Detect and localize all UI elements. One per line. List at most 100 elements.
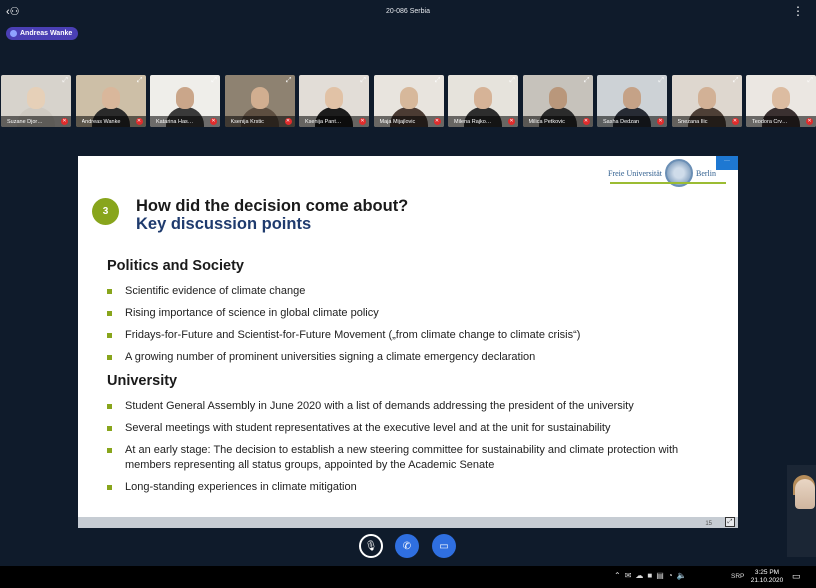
network-icon[interactable]: ▤: [656, 571, 664, 580]
section-heading-politics: Politics and Society: [107, 258, 244, 274]
slide-subtitle: Key discussion points: [136, 215, 312, 233]
taskbar-clock[interactable]: 3:25 PM 21.10.2020: [749, 569, 785, 585]
shared-slide: Freie Universität Berlin ··· 3 How did t…: [78, 156, 738, 528]
expand-icon[interactable]: ⤢: [584, 77, 590, 85]
slide-number-badge: 3: [92, 198, 119, 225]
muted-mic-icon: ✕: [284, 118, 292, 125]
slide-menu-button[interactable]: ···: [716, 156, 738, 170]
muted-mic-icon: ✕: [359, 118, 366, 125]
wifi-icon[interactable]: ◔: [668, 571, 673, 580]
meeting-title: 20-086 Serbia: [386, 8, 430, 15]
language-indicator[interactable]: SRP: [731, 573, 744, 580]
expand-icon[interactable]: ⤢: [137, 77, 143, 85]
muted-mic-icon: ✕: [508, 118, 515, 125]
muted-mic-icon: ✕: [582, 118, 590, 125]
participant-name: Milica Petkovic: [528, 119, 565, 125]
participant-name: Snezana Ilic: [677, 119, 708, 125]
top-bar: ‹⚇ 20-086 Serbia ⋮: [0, 0, 816, 26]
chevron-up-icon[interactable]: ⌃: [614, 571, 621, 580]
notification-icon[interactable]: ▭: [792, 571, 801, 582]
section-heading-university: University: [107, 373, 178, 389]
camera-toggle-button[interactable]: ▭: [432, 534, 456, 558]
bullet-square-icon: [107, 404, 112, 409]
slide-page-number: 15: [705, 521, 712, 527]
clock-time: 3:25 PM: [754, 569, 780, 576]
participant-name: Maja Mijajlovic: [379, 119, 416, 125]
participant-face: [176, 87, 194, 109]
fullscreen-icon[interactable]: ⤢: [725, 517, 735, 527]
participant-name: Katarina Has…: [156, 119, 194, 125]
participant-tile[interactable]: ⤢ Milena Rajko… ✕: [448, 75, 518, 127]
participant-tile[interactable]: ⤢ Ksenija Pant… ✕: [299, 75, 369, 127]
participant-face: [623, 87, 641, 109]
expand-icon[interactable]: ⤢: [435, 77, 441, 85]
participant-face: [101, 87, 120, 109]
muted-mic-icon: ✕: [657, 118, 664, 125]
active-speaker-name: Andreas Wanke: [20, 30, 73, 37]
participant-face: [474, 87, 492, 109]
cloud-icon[interactable]: ☁: [635, 571, 643, 580]
participant-name: Ksenija Krstic: [230, 119, 264, 125]
participant-face: [27, 87, 45, 109]
expand-icon[interactable]: ⤢: [509, 77, 515, 85]
system-tray: ⌃ ✉ ☁ ■ ▤ ◔ 🔈: [614, 571, 687, 580]
slide-title: How did the decision come about?: [136, 197, 409, 215]
participant-name: Suzane Djor…: [7, 119, 43, 125]
participant-face: [325, 87, 343, 109]
bullet-square-icon: [107, 333, 112, 338]
participant-tile[interactable]: ⤢ Teodora Crv… ✕: [746, 75, 816, 127]
participant-name: Ksenija Pant…: [305, 119, 342, 125]
participant-name: Sasha Dedzan: [603, 119, 640, 125]
list-item: At an early stage: The decision to estab…: [107, 443, 717, 473]
participant-face: [250, 87, 269, 109]
bullet-square-icon: [107, 311, 112, 316]
expand-icon[interactable]: ⤢: [286, 77, 292, 85]
participant-tile[interactable]: ⤢ Maja Mijajlovic ✕: [373, 75, 444, 127]
participant-tile[interactable]: ⤢ Katarina Has… ✕: [150, 75, 220, 127]
participant-tile[interactable]: ⤢ Suzane Djor… ✕: [1, 75, 71, 127]
call-controls: 🎙 ✆ ▭: [0, 534, 816, 560]
list-item: Rising importance of science in global c…: [107, 306, 717, 321]
participant-name: Teodora Crv…: [752, 119, 788, 125]
expand-icon[interactable]: ⤢: [211, 77, 217, 85]
muted-mic-icon: ✕: [731, 118, 739, 125]
participant-tile[interactable]: ⤢ Andreas Wanke ✕: [75, 75, 146, 127]
participant-face: [548, 87, 567, 109]
phone-icon: ✆: [402, 540, 412, 552]
expand-icon[interactable]: ⤢: [658, 77, 664, 85]
muted-mic-icon: ✕: [61, 118, 68, 125]
windows-taskbar: ⌃ ✉ ☁ ■ ▤ ◔ 🔈 SRP 3:25 PM 21.10.2020 ▭: [0, 566, 816, 588]
bullet-square-icon: [107, 355, 112, 360]
muted-mic-icon: ✕: [806, 118, 813, 125]
app-icon[interactable]: ■: [647, 571, 652, 580]
bullet-square-icon: [107, 426, 112, 431]
expand-icon[interactable]: ⤢: [62, 77, 68, 85]
end-call-button[interactable]: ✆: [395, 534, 419, 558]
self-avatar: [795, 479, 815, 509]
participant-tile[interactable]: ⤢ Sasha Dedzan ✕: [597, 75, 667, 127]
volume-icon[interactable]: 🔈: [677, 571, 687, 580]
participant-tile[interactable]: ⤢ Ksenija Krstic ✕: [224, 75, 295, 127]
clock-date: 21.10.2020: [750, 577, 784, 584]
list-item: Scientific evidence of climate change: [107, 284, 717, 299]
more-options-button[interactable]: ⋮: [792, 4, 804, 18]
mail-icon[interactable]: ✉: [625, 571, 632, 580]
participant-strip: ⤢ Suzane Djor… ✕ ⤢ Andreas Wanke ✕ ⤢ Katarina H…: [0, 75, 816, 127]
participant-tile[interactable]: ⤢ Milica Petkovic ✕: [522, 75, 593, 127]
muted-mic-icon: ✕: [433, 118, 441, 125]
expand-icon[interactable]: ⤢: [733, 77, 739, 85]
list-item: Fridays-for-Future and Scientist-for-Fut…: [107, 328, 717, 343]
list-item: A growing number of prominent universiti…: [107, 350, 717, 365]
muted-mic-icon: ✕: [135, 118, 143, 125]
bullet-square-icon: [107, 289, 112, 294]
mic-toggle-button[interactable]: 🎙: [359, 534, 383, 558]
slide-footer: [78, 517, 738, 528]
participant-name: Milena Rajko…: [454, 119, 492, 125]
bullet-square-icon: [107, 448, 112, 453]
mic-muted-icon: 🎙: [364, 540, 378, 552]
muted-mic-icon: ✕: [210, 118, 217, 125]
expand-icon[interactable]: ⤢: [360, 77, 366, 85]
participant-tile[interactable]: ⤢ Snezana Ilic ✕: [671, 75, 742, 127]
logo-underline: [610, 182, 726, 184]
expand-icon[interactable]: ⤢: [807, 77, 813, 85]
